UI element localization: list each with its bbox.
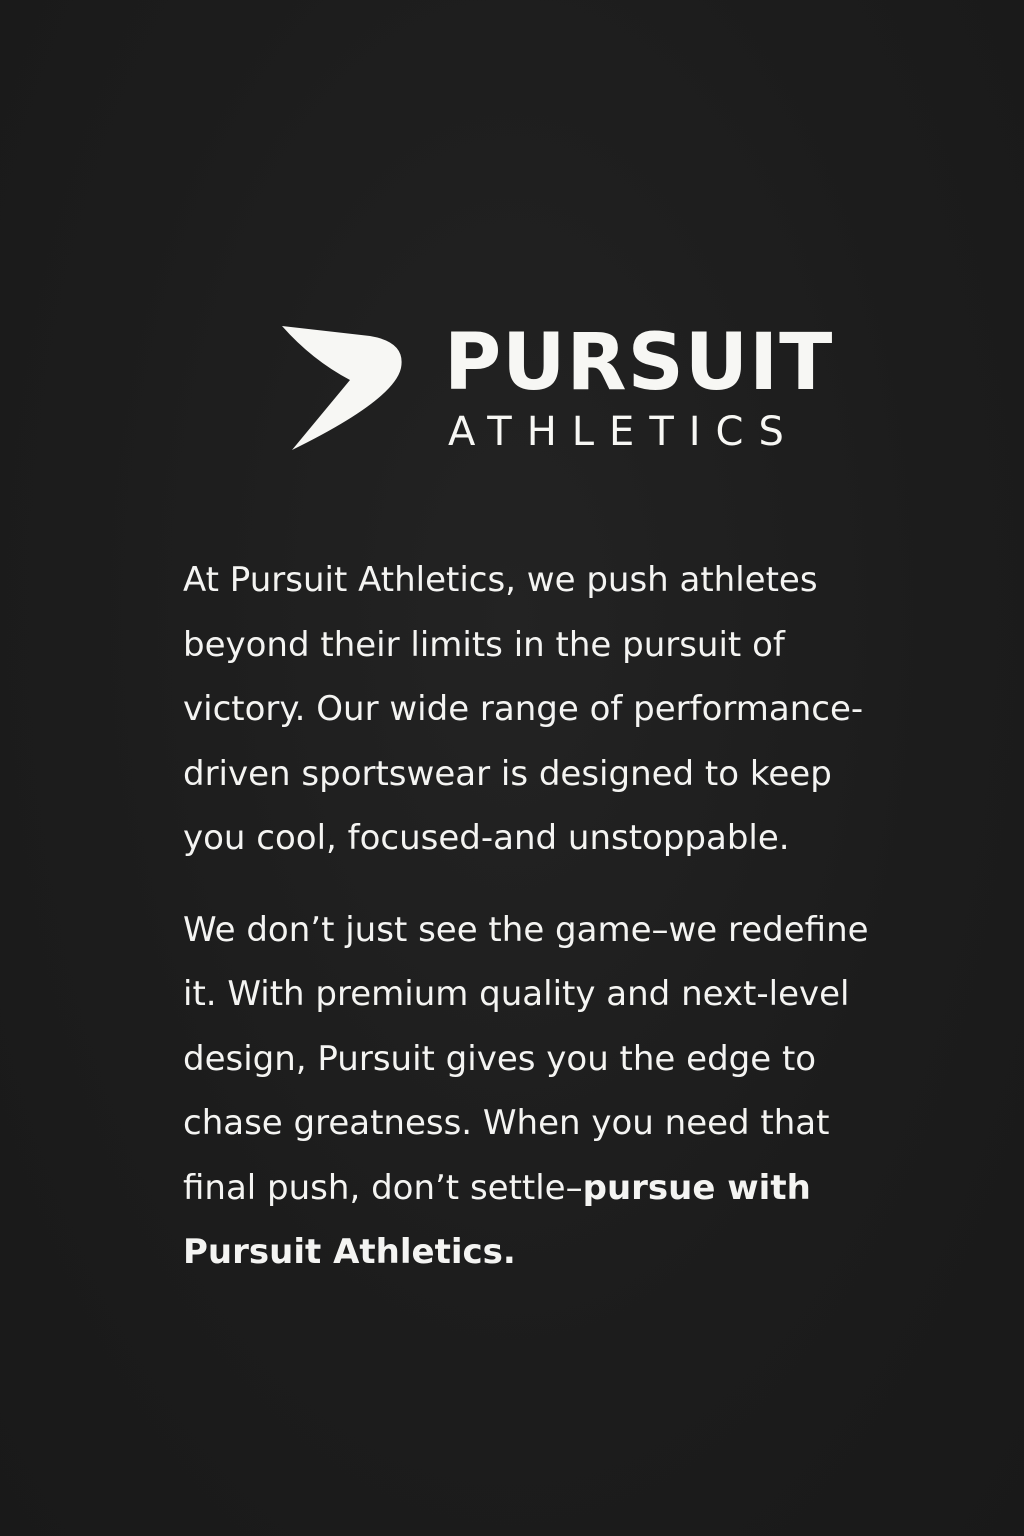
brand-subtitle: ATHLETICS: [448, 409, 799, 455]
paragraph-promise: We don’t just see the game–we redefine i…: [183, 898, 963, 1285]
brand-logo: PURSUIT ATHLETICS: [282, 318, 842, 458]
paragraph-mission: At Pursuit Athletics, we push athletes b…: [183, 560, 864, 858]
pursuit-swoosh-icon: [282, 322, 406, 450]
brand-name: PURSUIT: [444, 318, 834, 408]
paragraph-promise-text: We don’t just see the game–we redefine i…: [183, 909, 869, 1208]
brand-description: At Pursuit Athletics, we push athletes b…: [183, 548, 963, 1285]
